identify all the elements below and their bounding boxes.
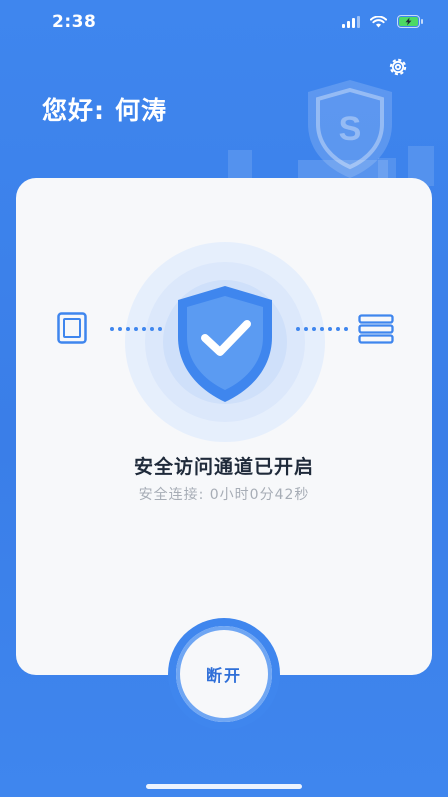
svg-text:S: S: [339, 110, 362, 148]
user-name: 何涛: [115, 96, 168, 125]
greeting: 您好: 何涛: [42, 91, 167, 127]
home-indicator[interactable]: [146, 784, 302, 789]
greeting-label: 您好:: [42, 96, 105, 125]
shield-s-logo-icon: S: [308, 80, 392, 178]
signal-icon: [342, 15, 360, 28]
connection-status-title: 安全访问通道已开启: [133, 456, 314, 478]
status-bar: 2:38: [0, 0, 448, 44]
connection-card: 安全访问通道已开启 安全连接: 0小时0分42秒: [16, 178, 432, 675]
status-icons: [342, 15, 424, 28]
battery-charging-icon: [397, 15, 423, 28]
connection-dots-right: [296, 327, 348, 331]
shield-check-icon: [125, 242, 325, 442]
connection-dots-left: [110, 327, 162, 331]
disconnect-button[interactable]: 断开: [176, 626, 272, 722]
tablet-icon: [57, 312, 87, 344]
status-time: 2:38: [52, 12, 97, 32]
connection-duration: 安全连接: 0小时0分42秒: [138, 487, 310, 503]
server-icon: [358, 314, 394, 344]
wifi-icon: [370, 15, 387, 27]
